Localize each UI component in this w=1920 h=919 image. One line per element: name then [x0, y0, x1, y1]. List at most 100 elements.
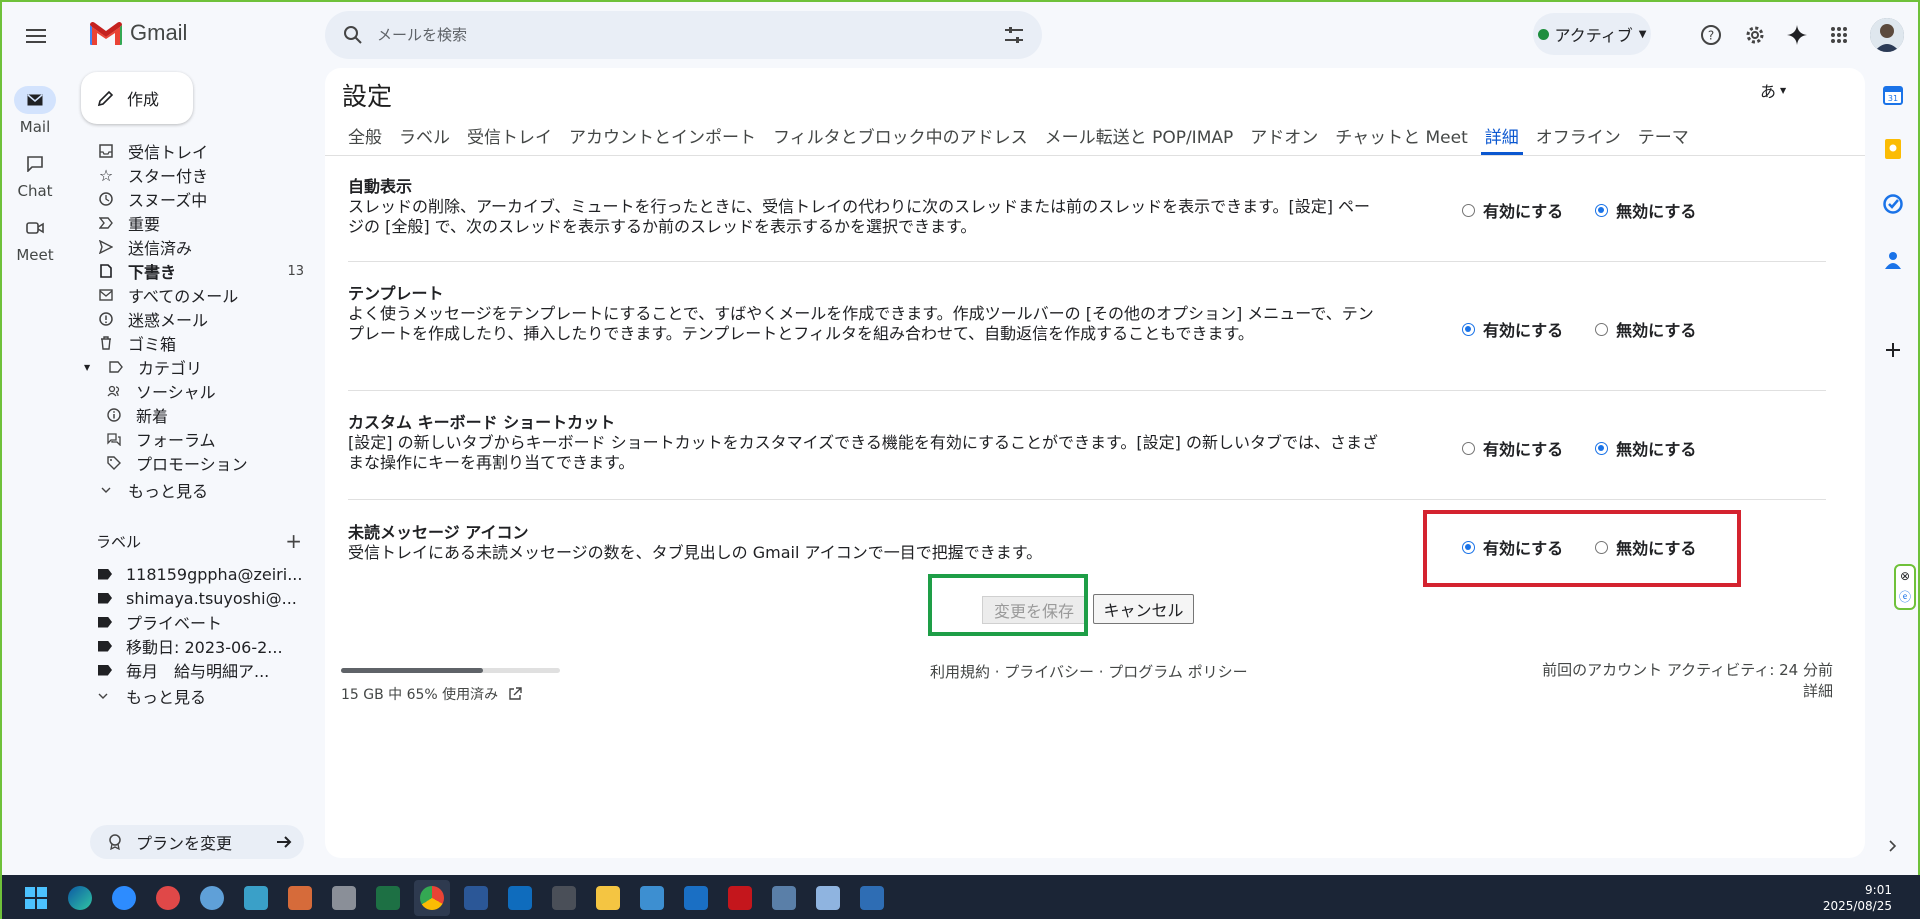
input-tools-button[interactable]: あ ▼ [1760, 78, 1786, 102]
nav-item-categories[interactable]: ▼ カテゴリ [84, 355, 304, 379]
get-addons-button[interactable] [1878, 335, 1908, 365]
status-label: アクティブ [1554, 26, 1633, 45]
rail-meet[interactable]: Meet [2, 214, 68, 264]
radio-enable[interactable]: 有効にする [1462, 436, 1563, 460]
cancel-button[interactable]: キャンセル [1093, 594, 1194, 624]
settings-tab[interactable]: 全般 [348, 119, 382, 155]
taskbar-app-7[interactable] [282, 880, 318, 916]
taskbar-zoom[interactable] [106, 880, 142, 916]
footer-links[interactable]: 利用規約 · プライバシー · プログラム ポリシー [930, 661, 1248, 682]
settings-tab[interactable]: オフライン [1536, 119, 1621, 155]
taskbar-app-4[interactable] [150, 880, 186, 916]
contacts-app-button[interactable] [1878, 245, 1908, 275]
label-item[interactable]: shimaya.tsuyoshi@... [94, 586, 304, 610]
nav-item-drafts[interactable]: 下書き 13 [94, 259, 304, 283]
settings-tab[interactable]: アドオン [1250, 119, 1318, 155]
status-dropdown[interactable]: アクティブ ▼ [1533, 13, 1651, 55]
settings-tab[interactable]: メール転送と POP/IMAP [1045, 119, 1234, 155]
nav-item-more[interactable]: もっと見る [94, 478, 304, 502]
taskbar-app-8[interactable] [326, 880, 362, 916]
settings-tab[interactable]: テーマ [1638, 119, 1689, 155]
label-icon [98, 640, 112, 652]
label-item[interactable]: 118159gppha@zeiri... [94, 562, 304, 586]
taskbar-acrobat[interactable] [722, 880, 758, 916]
labels-more[interactable]: もっと見る [94, 684, 304, 708]
nav-item-trash[interactable]: ゴミ箱 [94, 331, 304, 355]
extension-widget[interactable]: ⊗ ⓔ [1894, 564, 1916, 610]
settings-button[interactable] [1740, 20, 1770, 50]
search-options-icon[interactable] [1004, 26, 1024, 44]
taskbar-app-13[interactable] [546, 880, 582, 916]
help-button[interactable]: ? [1696, 20, 1726, 50]
gmail-logo[interactable]: Gmail [90, 20, 187, 46]
taskbar-explorer[interactable] [590, 880, 626, 916]
radio-enable[interactable]: 有効にする [1462, 317, 1563, 341]
collapse-side-panel-button[interactable] [1878, 831, 1908, 861]
nav-label: ゴミ箱 [128, 335, 177, 354]
rail-mail[interactable]: Mail [2, 86, 68, 136]
radio-disable[interactable]: 無効にする [1595, 198, 1696, 222]
calendar-app-button[interactable]: 31 [1878, 80, 1908, 110]
radio-disable[interactable]: 無効にする [1595, 317, 1696, 341]
taskbar-edge[interactable] [62, 880, 98, 916]
caret-down-icon[interactable]: ▼ [84, 363, 94, 372]
taskbar-mail[interactable] [502, 880, 538, 916]
taskbar-app-6[interactable] [238, 880, 274, 916]
label-name: 移動日: 2023-06-2... [126, 638, 283, 657]
settings-tab[interactable]: アカウントとインポート [569, 119, 756, 155]
taskbar-clock[interactable]: 9:01 2025/08/25 [1823, 882, 1892, 914]
taskbar-app-15[interactable] [634, 880, 670, 916]
nav-item-snoozed[interactable]: スヌーズ中 [94, 187, 304, 211]
search-bar[interactable] [325, 11, 1042, 59]
edge-extension-icon[interactable]: ⓔ [1899, 588, 1911, 605]
external-link-icon[interactable] [508, 687, 522, 701]
nav-item-updates[interactable]: 新着 [94, 403, 304, 427]
settings-tab[interactable]: 受信トレイ [467, 119, 552, 155]
add-label-icon[interactable]: + [285, 529, 302, 553]
label-item[interactable]: プライベート [94, 610, 304, 634]
settings-tab[interactable]: フィルタとブロック中のアドレス [773, 119, 1028, 155]
nav-item-important[interactable]: 重要 [94, 211, 304, 235]
nav-item-social[interactable]: ソーシャル [94, 379, 304, 403]
taskbar-app-16[interactable] [678, 880, 714, 916]
gemini-button[interactable] [1782, 20, 1812, 50]
close-icon[interactable]: ⊗ [1900, 569, 1910, 583]
taskbar-app-18[interactable] [766, 880, 802, 916]
taskbar-app-20[interactable] [854, 880, 890, 916]
activity-details-link[interactable]: 詳細 [1502, 681, 1833, 702]
taskbar-chrome[interactable] [414, 880, 450, 916]
settings-tab[interactable]: ラベル [399, 119, 450, 155]
nav-item-inbox[interactable]: 受信トレイ [94, 139, 304, 163]
label-item[interactable]: 移動日: 2023-06-2... [94, 634, 304, 658]
settings-tab[interactable]: チャットと Meet [1335, 119, 1468, 155]
label-item[interactable]: 毎月 給与明細ア... [94, 658, 304, 682]
nav-item-promotions[interactable]: プロモーション [94, 451, 304, 475]
compose-label: 作成 [127, 90, 160, 109]
account-avatar[interactable] [1870, 18, 1904, 52]
apps-button[interactable] [1824, 20, 1854, 50]
nav-item-all-mail[interactable]: すべてのメール [94, 283, 304, 307]
taskbar-app-19[interactable] [810, 880, 846, 916]
nav-item-sent[interactable]: 送信済み [94, 235, 304, 259]
search-icon[interactable] [343, 25, 363, 45]
nav-item-spam[interactable]: 迷惑メール [94, 307, 304, 331]
taskbar-excel[interactable] [370, 880, 406, 916]
nav-label: 迷惑メール [128, 311, 209, 330]
radio-disable[interactable]: 無効にする [1595, 436, 1696, 460]
nav-item-starred[interactable]: ☆ スター付き [94, 163, 304, 187]
compose-button[interactable]: 作成 [81, 72, 193, 124]
keep-app-button[interactable] [1878, 134, 1908, 164]
nav-item-forums[interactable]: フォーラム [94, 427, 304, 451]
radio-enable[interactable]: 有効にする [1462, 198, 1563, 222]
change-plan-button[interactable]: プランを変更 [90, 825, 304, 859]
settings-tab[interactable]: 詳細 [1480, 119, 1523, 155]
main-menu-button[interactable] [20, 20, 52, 52]
taskbar-app-5[interactable] [194, 880, 230, 916]
label-icon [98, 568, 112, 580]
storage-info: 15 GB 中 65% 使用済み [341, 684, 522, 704]
taskbar-word[interactable] [458, 880, 494, 916]
search-input[interactable] [377, 26, 990, 44]
start-button[interactable] [18, 880, 54, 916]
rail-chat[interactable]: Chat [2, 150, 68, 200]
tasks-app-button[interactable] [1878, 189, 1908, 219]
